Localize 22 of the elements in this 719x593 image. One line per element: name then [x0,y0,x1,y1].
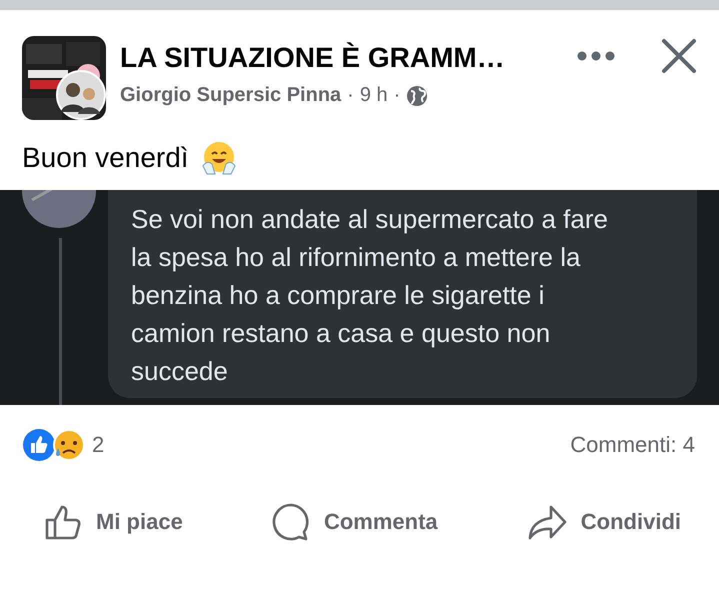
group-name[interactable]: LA SITUAZIONE È GRAMM… [120,42,577,74]
comment-button[interactable]: Commenta [272,503,438,541]
post-time[interactable]: 9 h [360,84,388,107]
close-icon[interactable] [661,38,697,74]
like-reaction-icon [22,428,56,462]
more-icon[interactable] [577,51,615,61]
reaction-count[interactable]: 2 [92,432,104,458]
separator-dot: · [347,84,354,107]
like-button[interactable]: Mi piace [44,503,183,541]
author-name[interactable]: Giorgio Supersic Pinna [120,84,342,107]
share-arrow-icon [526,504,567,540]
comment-text: Se voi non andate al supermercato a fare la spesa ho al rifornimento a mettere la benzina ho a comprare le sigarette i camion restano a casa e questo non succede [108,190,697,398]
hugging-face-icon [200,140,237,176]
globe-icon [406,84,428,106]
post-text: Buon venerdì [22,142,189,174]
speech-bubble-icon [272,503,310,541]
thumbs-up-icon [44,503,82,541]
share-button[interactable]: Condividi [526,503,681,541]
sad-reaction-icon [52,428,86,462]
separator-dot: · [394,84,400,107]
comment-count[interactable]: Commenti: 4 [570,432,695,458]
avatar-icon [56,70,106,120]
